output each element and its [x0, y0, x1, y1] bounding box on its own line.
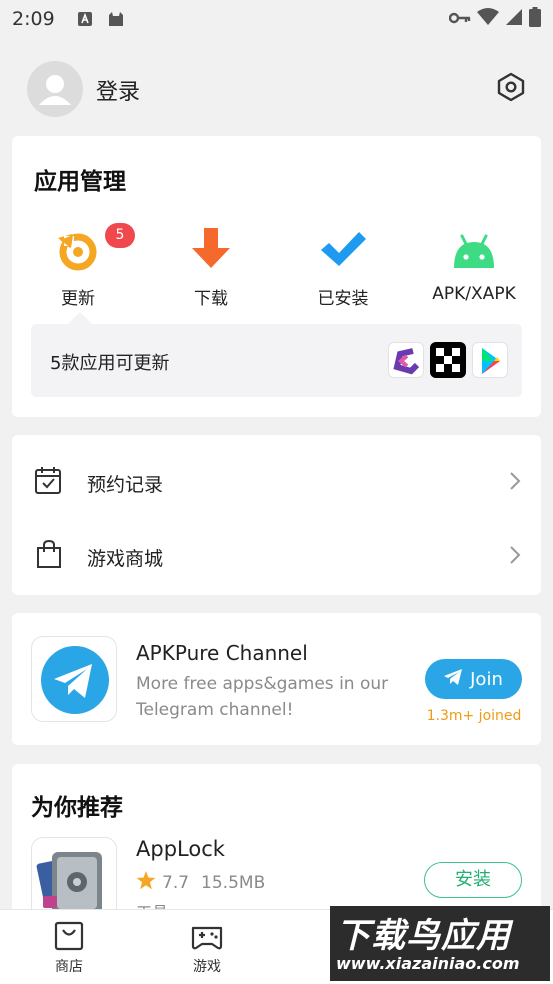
installed-button[interactable]: 已安装 [283, 226, 403, 309]
app-management-card: 应用管理 更新 5 下载 已安装 APK/XAPK 5款应用可更新 [12, 136, 541, 417]
telegram-channel-card: APKPure Channel More free apps&games in … [12, 613, 541, 745]
signal-icon [505, 8, 523, 31]
update-count-badge: 5 [105, 223, 135, 248]
list-item-reservations[interactable]: 预约记录 [12, 441, 541, 515]
battery-icon [529, 6, 541, 32]
recommend-title: 为你推荐 [31, 795, 123, 821]
installed-label: 已安装 [317, 289, 369, 309]
update-icon [54, 226, 102, 274]
gamepad-icon [190, 920, 224, 952]
updates-available-text: 5款应用可更新 [50, 353, 170, 374]
installed-check-icon [319, 226, 367, 274]
login-link[interactable]: 登录 [96, 74, 140, 106]
vpn-key-icon [448, 8, 471, 30]
watermark-logo: 下载鸟应用 www.xiazainiao.com [330, 906, 550, 981]
watermark-title: 下载鸟应用 [336, 916, 511, 956]
status-bar: 2:09 [0, 0, 553, 38]
notification-cat-icon [107, 11, 125, 27]
status-time: 2:09 [12, 8, 55, 30]
chevron-right-icon [509, 471, 521, 491]
apk-xapk-button[interactable]: APK/XAPK [414, 226, 534, 304]
reservations-label: 预约记录 [87, 474, 164, 496]
app-icon-play-store [472, 342, 508, 378]
app-icon-c [388, 342, 424, 378]
nav-games-label: 游戏 [193, 959, 221, 975]
user-icon [39, 75, 71, 105]
telegram-description: More free apps&games in our Telegram cha… [136, 674, 389, 720]
calendar-check-icon [34, 465, 64, 495]
download-icon [187, 226, 235, 274]
telegram-plane-icon [444, 668, 463, 690]
star-icon [136, 871, 156, 895]
recommend-app-size: 15.5MB [201, 873, 266, 893]
app-icon-checker [430, 342, 466, 378]
notification-a-icon [77, 11, 93, 27]
profile-header: 登录 [0, 58, 553, 122]
wifi-icon [477, 7, 499, 31]
download-label: 下载 [194, 289, 228, 309]
nav-store[interactable]: 商店 [29, 920, 109, 976]
settings-hexagon-icon[interactable] [497, 72, 525, 102]
recommend-app-name[interactable]: AppLock [136, 837, 225, 861]
install-button[interactable]: 安装 [424, 862, 522, 898]
telegram-app-icon [31, 636, 117, 722]
shopping-bag-icon [34, 539, 64, 569]
app-management-title: 应用管理 [34, 169, 126, 195]
download-button[interactable]: 下载 [151, 226, 271, 309]
nav-store-label: 商店 [55, 959, 83, 975]
recommend-app-rating: 7.7 [162, 873, 190, 893]
join-button[interactable]: Join [425, 659, 522, 699]
menu-list-card: 预约记录 游戏商城 [12, 435, 541, 595]
status-right [448, 6, 541, 32]
android-icon [450, 226, 498, 274]
avatar[interactable] [27, 61, 83, 117]
chevron-right-icon [509, 545, 521, 565]
watermark-url: www.xiazainiao.com [336, 954, 520, 973]
apk-xapk-label: APK/XAPK [432, 284, 516, 304]
nav-games[interactable]: 游戏 [167, 920, 247, 976]
joined-count: 1.3m+ joined [426, 708, 522, 724]
updates-available-strip[interactable]: 5款应用可更新 [31, 312, 522, 397]
update-label: 更新 [61, 289, 95, 309]
recommend-app-meta: 7.7 15.5MB [136, 871, 265, 895]
telegram-title: APKPure Channel [136, 641, 308, 665]
store-icon [52, 920, 86, 952]
list-item-game-store[interactable]: 游戏商城 [12, 515, 541, 589]
join-label: Join [470, 668, 503, 690]
game-store-label: 游戏商城 [87, 548, 164, 570]
